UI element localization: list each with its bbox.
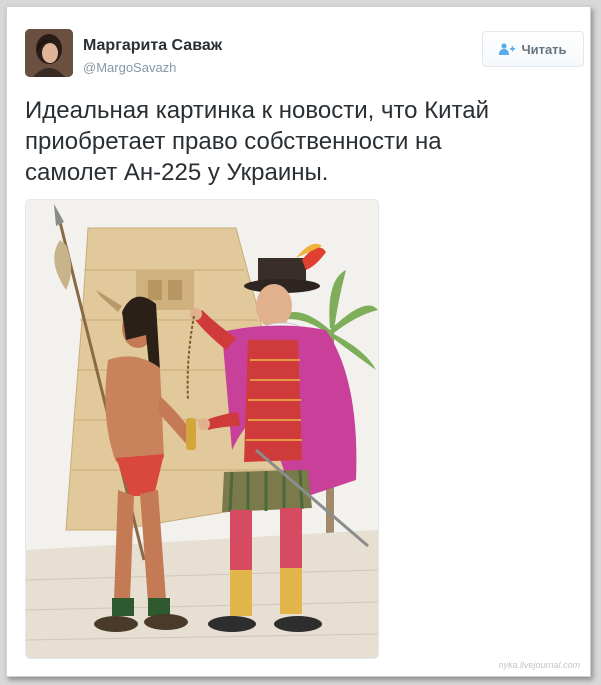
follow-button[interactable]: Читать [482, 31, 584, 67]
illustration-image [26, 200, 378, 658]
author-handle[interactable]: @MargoSavazh [83, 60, 176, 75]
avatar-image [25, 29, 73, 77]
tweet-text: Идеальная картинка к новости, что Китай … [25, 97, 490, 186]
tweet-media[interactable] [25, 199, 379, 659]
add-user-icon [499, 43, 516, 55]
follow-button-label: Читать [521, 41, 567, 57]
author-avatar[interactable] [25, 29, 73, 77]
author-name[interactable]: Маргарита Саваж [83, 37, 222, 55]
watermark: nyka.livejournal.com [498, 660, 580, 670]
tweet-card: Маргарита Саваж @MargoSavazh Читать Идеа… [6, 6, 591, 677]
